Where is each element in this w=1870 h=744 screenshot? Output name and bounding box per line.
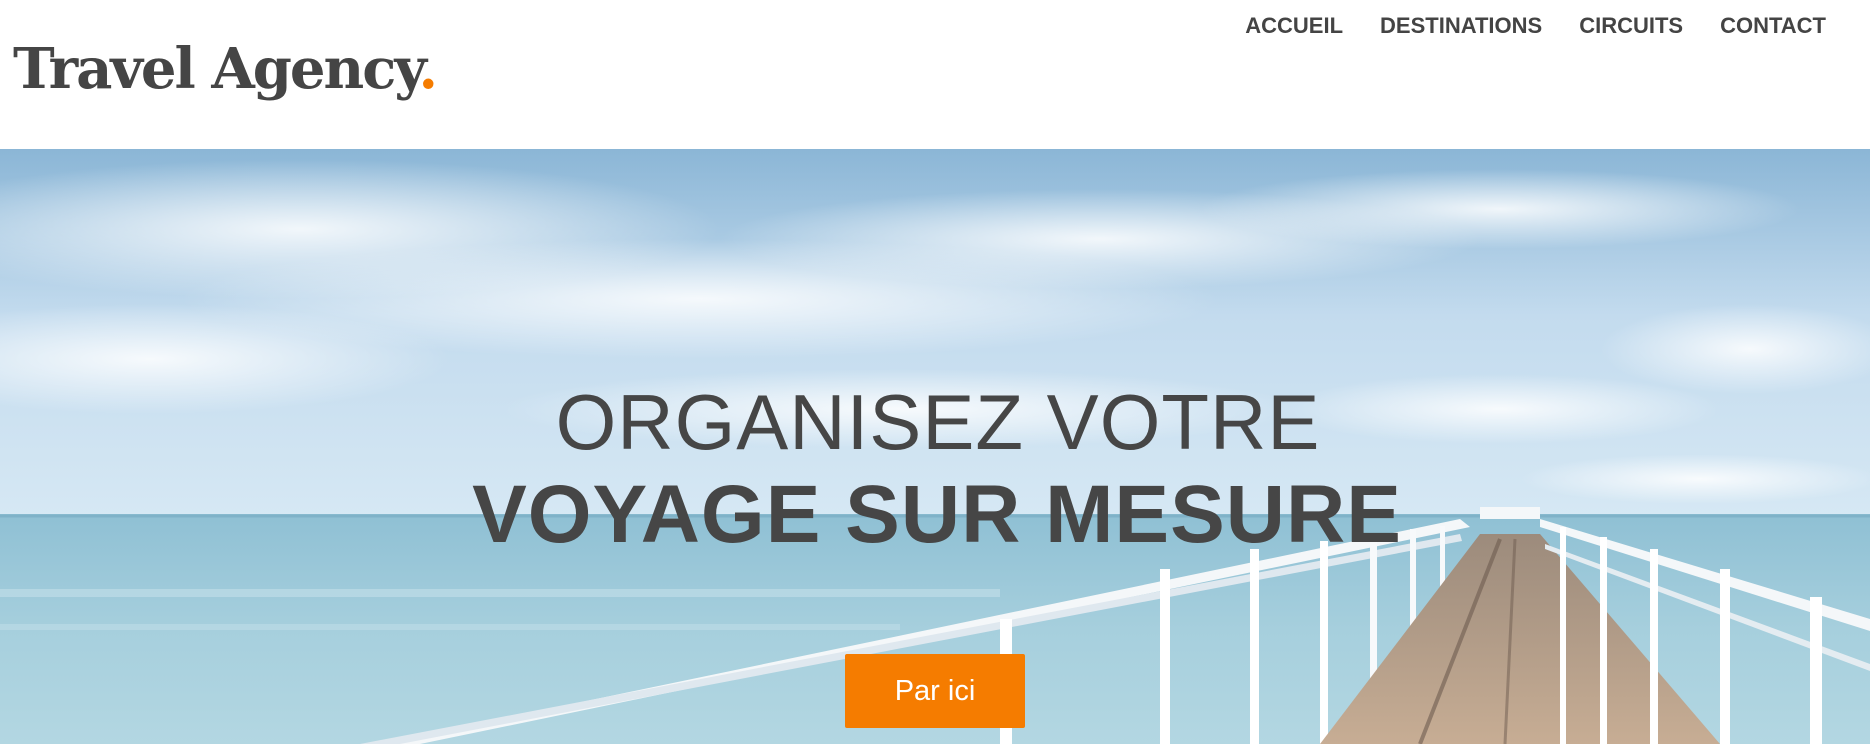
hero-title-line2: VOYAGE SUR MESURE (472, 469, 1402, 560)
main-nav: ACCUEIL DESTINATIONS CIRCUITS CONTACT (1245, 12, 1826, 40)
hero-title-line1: ORGANISEZ VOTRE (555, 378, 1321, 466)
nav-item-destinations[interactable]: DESTINATIONS (1380, 12, 1542, 40)
logo-dot: . (418, 36, 437, 102)
site-header: Travel Agency. ACCUEIL DESTINATIONS CIRC… (0, 0, 1870, 149)
hero-banner: ORGANISEZ VOTRE VOYAGE SUR MESURE Par ic… (0, 149, 1870, 744)
nav-item-circuits[interactable]: CIRCUITS (1579, 12, 1683, 40)
logo-text: Travel Agency (13, 36, 420, 102)
nav-item-accueil[interactable]: ACCUEIL (1245, 12, 1343, 40)
nav-item-contact[interactable]: CONTACT (1720, 12, 1826, 40)
page: Travel Agency. ACCUEIL DESTINATIONS CIRC… (0, 0, 1870, 744)
site-logo[interactable]: Travel Agency. (13, 34, 438, 104)
cta-button[interactable]: Par ici (845, 654, 1025, 728)
